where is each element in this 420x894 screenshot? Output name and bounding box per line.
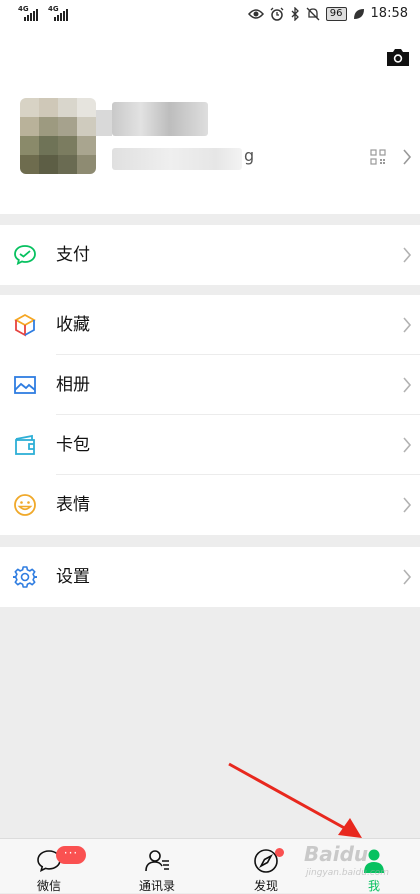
- menu-item-label: 设置: [56, 567, 90, 587]
- chevron-right-icon: [403, 437, 412, 453]
- tab-chats[interactable]: ··· 微信: [14, 839, 86, 893]
- tab-label: 通讯录: [138, 879, 175, 893]
- alarm-icon: [270, 7, 284, 21]
- leaf-icon: [353, 8, 364, 19]
- unread-badge: ···: [56, 846, 86, 864]
- gear-icon: [13, 566, 37, 588]
- tab-discover[interactable]: 发现: [231, 839, 301, 893]
- tab-label: 我: [367, 879, 380, 893]
- wechat-id-redacted: [112, 148, 242, 170]
- wechat-pay-icon: [14, 245, 36, 266]
- menu-group-pay: 支付: [0, 225, 420, 285]
- menu-item-label: 表情: [56, 495, 90, 515]
- contacts-icon: [145, 850, 169, 872]
- signal-icon: 4G: [18, 5, 38, 21]
- menu-item-label: 支付: [56, 245, 90, 265]
- signal-icon: 4G: [48, 5, 68, 21]
- chevron-right-icon: [403, 569, 412, 585]
- menu-item-favorites[interactable]: 收藏: [0, 295, 420, 355]
- chevron-right-icon: [403, 247, 412, 263]
- menu-item-label: 收藏: [56, 315, 90, 335]
- mute-icon: [306, 7, 320, 20]
- bluetooth-icon: [291, 6, 299, 21]
- eye-icon: [247, 8, 264, 19]
- chevron-right-icon[interactable]: [402, 149, 412, 165]
- menu-item-stickers[interactable]: 表情: [0, 475, 420, 535]
- new-dot: [275, 848, 284, 857]
- signal-group: 4G 4G: [18, 5, 68, 21]
- tab-contacts[interactable]: 通讯录: [122, 839, 192, 893]
- image-icon: [14, 376, 36, 394]
- status-icons: 96 18:58: [247, 6, 408, 21]
- tab-me[interactable]: 我: [339, 839, 409, 893]
- wallet-icon: [15, 434, 35, 455]
- tab-bar: ··· 微信 通讯录 发现 我: [0, 838, 420, 893]
- nickname-blur-edge: [96, 110, 112, 136]
- menu-item-pay[interactable]: 支付: [0, 225, 420, 285]
- qr-code-icon[interactable]: [370, 149, 386, 165]
- avatar[interactable]: [20, 98, 96, 174]
- menu-item-label: 相册: [56, 375, 90, 395]
- status-bar: 4G 4G 96 18:58: [0, 0, 420, 30]
- menu-item-settings[interactable]: 设置: [0, 547, 420, 607]
- nickname-redacted: [112, 102, 208, 136]
- person-icon: [364, 849, 384, 873]
- cube-icon: [14, 313, 36, 337]
- tab-label: 微信: [36, 879, 61, 893]
- camera-icon[interactable]: [386, 47, 410, 67]
- battery-indicator: 96: [325, 6, 347, 21]
- menu-group-main: 收藏 相册 卡包 表情: [0, 295, 420, 535]
- profile-header[interactable]: g: [0, 30, 420, 214]
- tab-label: 发现: [253, 879, 278, 893]
- menu-item-album[interactable]: 相册: [0, 355, 420, 415]
- wechat-id-tail: g: [244, 146, 255, 165]
- chevron-right-icon: [403, 497, 412, 513]
- chevron-right-icon: [403, 377, 412, 393]
- menu-item-cards[interactable]: 卡包: [0, 415, 420, 475]
- menu-group-settings: 设置: [0, 547, 420, 607]
- clock: 18:58: [370, 6, 408, 21]
- menu-item-label: 卡包: [56, 435, 90, 455]
- smiley-icon: [14, 494, 36, 516]
- chevron-right-icon: [403, 317, 412, 333]
